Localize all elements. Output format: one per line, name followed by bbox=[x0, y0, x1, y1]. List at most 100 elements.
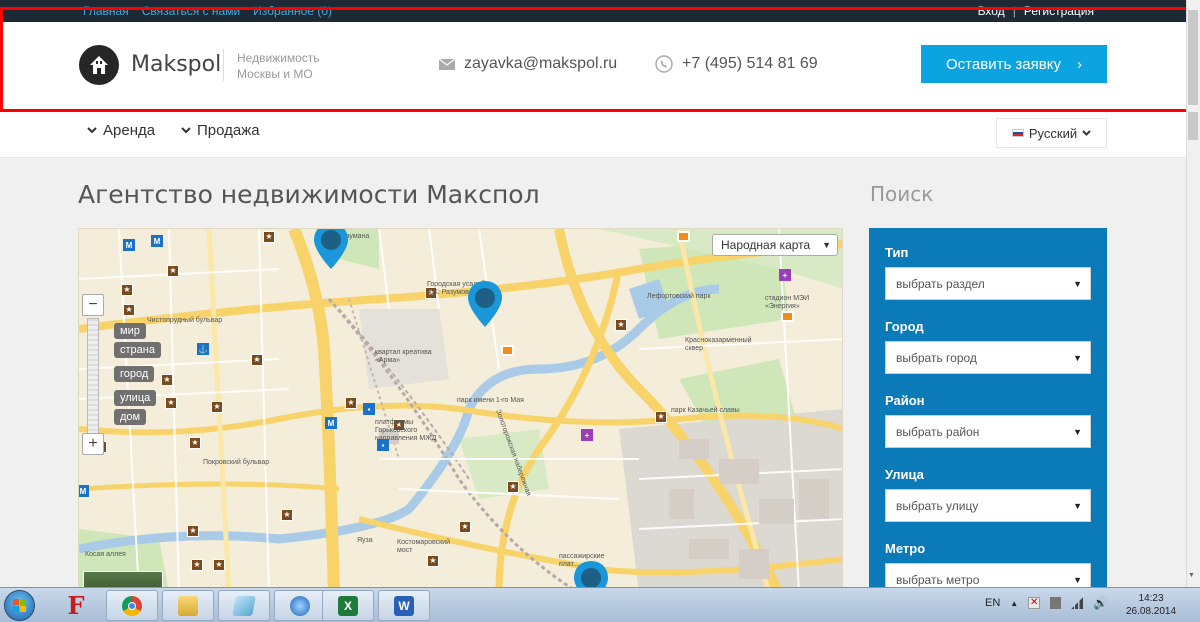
home-link[interactable]: Главная bbox=[83, 4, 129, 18]
system-clock[interactable]: 14:23 26.08.2014 bbox=[1126, 592, 1176, 618]
zoom-level-city[interactable]: город bbox=[114, 366, 155, 382]
metro-icon[interactable]: M bbox=[151, 235, 163, 247]
start-button[interactable] bbox=[4, 590, 35, 621]
zoom-out-button[interactable]: − bbox=[82, 294, 104, 316]
zoom-in-button[interactable]: + bbox=[82, 433, 104, 455]
poi-icon[interactable]: ★ bbox=[191, 559, 203, 571]
chevron-down-icon bbox=[87, 127, 97, 134]
rail-icon[interactable]: ▪ bbox=[363, 403, 375, 415]
input-language[interactable]: EN bbox=[985, 597, 1000, 609]
map-label: платформы Горьковского направления МЖД bbox=[375, 419, 437, 442]
poi-icon[interactable]: ★ bbox=[167, 265, 179, 277]
phone-text: +7 (495) 514 81 69 bbox=[682, 55, 818, 72]
request-button-label: Оставить заявку bbox=[946, 55, 1061, 73]
street-select[interactable]: выбрать улицу ▼ bbox=[885, 489, 1091, 522]
anchor-icon[interactable]: ⚓ bbox=[197, 343, 209, 355]
cafe-icon[interactable] bbox=[781, 311, 794, 322]
poi-icon[interactable]: ★ bbox=[263, 231, 275, 243]
favorites-link[interactable]: Избранное (0) bbox=[253, 4, 332, 18]
poi-icon[interactable]: ★ bbox=[187, 525, 199, 537]
scroll-down-icon[interactable]: ▼ bbox=[1188, 572, 1195, 579]
tray-expand-icon[interactable]: ▲ bbox=[1010, 599, 1018, 608]
header-phone[interactable]: +7 (495) 514 81 69 bbox=[655, 55, 818, 73]
nav-item-rent[interactable]: Аренда bbox=[87, 122, 155, 139]
site-header: Makspol Недвижимость Москвы и МО zayavka… bbox=[0, 22, 1186, 109]
language-selector[interactable]: Русский bbox=[996, 118, 1107, 148]
poi-icon[interactable]: ★ bbox=[459, 521, 471, 533]
contact-link[interactable]: Связаться с нами bbox=[142, 4, 240, 18]
network-signal-icon[interactable] bbox=[1071, 597, 1084, 609]
top-bar: Главная Связаться с нами Избранное (0) В… bbox=[0, 0, 1186, 22]
type-label: Тип bbox=[885, 245, 909, 260]
zoom-level-house[interactable]: дом bbox=[114, 409, 147, 425]
page-title: Агентство недвижимости Макспол bbox=[78, 180, 540, 209]
chevron-right-icon: › bbox=[1076, 55, 1082, 73]
poi-icon[interactable]: ★ bbox=[345, 397, 357, 409]
cafe-icon[interactable] bbox=[677, 231, 690, 242]
district-label: Район bbox=[885, 393, 925, 408]
clock-date: 26.08.2014 bbox=[1126, 606, 1177, 617]
request-button[interactable]: Оставить заявку › bbox=[921, 45, 1107, 83]
action-center-icon[interactable]: ✕ bbox=[1028, 597, 1041, 609]
metro-icon[interactable]: M bbox=[79, 485, 89, 497]
cafe-icon[interactable] bbox=[501, 345, 514, 356]
map-label: Красноказарменный сквер bbox=[685, 337, 752, 352]
register-link[interactable]: Регистрация bbox=[1024, 4, 1094, 18]
poi-icon[interactable]: ★ bbox=[189, 437, 201, 449]
poi-icon[interactable]: ★ bbox=[161, 374, 173, 386]
auth-links: Вход | Регистрация bbox=[978, 4, 1094, 18]
type-select[interactable]: выбрать раздел ▼ bbox=[885, 267, 1091, 300]
location-pin-icon[interactable] bbox=[314, 228, 348, 269]
poi-icon[interactable]: ★ bbox=[213, 559, 225, 571]
city-select-value: выбрать город bbox=[896, 350, 977, 365]
nav-item-sale[interactable]: Продажа bbox=[181, 122, 260, 139]
taskbar-app-explorer[interactable] bbox=[162, 590, 214, 621]
sport-icon[interactable]: + bbox=[779, 269, 791, 281]
poi-icon[interactable]: ★ bbox=[211, 401, 223, 413]
auth-separator: | bbox=[1012, 4, 1016, 18]
zoom-level-country[interactable]: страна bbox=[114, 342, 161, 358]
poi-icon[interactable]: ★ bbox=[507, 481, 519, 493]
sport-icon[interactable]: + bbox=[581, 429, 593, 441]
poi-icon[interactable]: ★ bbox=[655, 411, 667, 423]
metro-select-value: выбрать метро bbox=[896, 572, 980, 587]
poi-icon[interactable]: ★ bbox=[427, 555, 439, 567]
volume-icon[interactable]: 🔊 bbox=[1093, 596, 1108, 610]
metro-icon[interactable]: M bbox=[325, 417, 337, 429]
login-link[interactable]: Вход bbox=[978, 4, 1005, 18]
location-pin-icon[interactable] bbox=[468, 281, 502, 327]
scrollbar-thumb[interactable] bbox=[1188, 10, 1198, 105]
zoom-level-street[interactable]: улица bbox=[114, 390, 157, 406]
poi-icon[interactable]: ★ bbox=[281, 509, 293, 521]
poi-icon[interactable]: ★ bbox=[121, 284, 133, 296]
scrollbar-thumb-secondary[interactable] bbox=[1188, 112, 1198, 140]
zoom-level-world[interactable]: мир bbox=[114, 323, 146, 339]
logo-text[interactable]: Makspol bbox=[131, 52, 221, 77]
metro-icon[interactable]: M bbox=[123, 239, 135, 251]
map[interactable]: M M M M ★ ★ ★ ★ ★ ★ ★ ★ ★ ★ ★ ★ ★ ★ ★ ★ … bbox=[78, 228, 843, 592]
triangle-down-icon: ▼ bbox=[1073, 574, 1082, 585]
taskbar-app-ie[interactable] bbox=[274, 590, 326, 621]
usb-icon[interactable] bbox=[1050, 597, 1062, 609]
header-email[interactable]: zayavka@makspol.ru bbox=[439, 55, 617, 73]
map-label: парк Казачьей славы bbox=[671, 407, 740, 414]
taskbar-app-excel[interactable]: X bbox=[322, 590, 374, 621]
top-links: Главная Связаться с нами Избранное (0) bbox=[83, 4, 332, 18]
city-select[interactable]: выбрать город ▼ bbox=[885, 341, 1091, 374]
taskbar-app-chrome[interactable] bbox=[106, 590, 158, 621]
logo-icon[interactable] bbox=[79, 45, 119, 85]
taskbar-app-notes[interactable] bbox=[218, 590, 270, 621]
metro-label: Метро bbox=[885, 541, 926, 556]
triangle-down-icon: ▼ bbox=[822, 240, 831, 250]
map-type-selector[interactable]: Народная карта ▼ bbox=[712, 234, 838, 256]
district-select[interactable]: выбрать район ▼ bbox=[885, 415, 1091, 448]
poi-icon[interactable]: ★ bbox=[251, 354, 263, 366]
map-label: парк имени 1-го Мая bbox=[457, 397, 524, 404]
envelope-icon bbox=[439, 58, 455, 70]
zoom-slider[interactable] bbox=[87, 318, 99, 434]
taskbar-app-word[interactable]: W bbox=[378, 590, 430, 621]
poi-icon[interactable]: ★ bbox=[615, 319, 627, 331]
poi-icon[interactable]: ★ bbox=[165, 397, 177, 409]
taskbar-app-flash[interactable]: F bbox=[50, 590, 102, 621]
poi-icon[interactable]: ★ bbox=[123, 304, 135, 316]
